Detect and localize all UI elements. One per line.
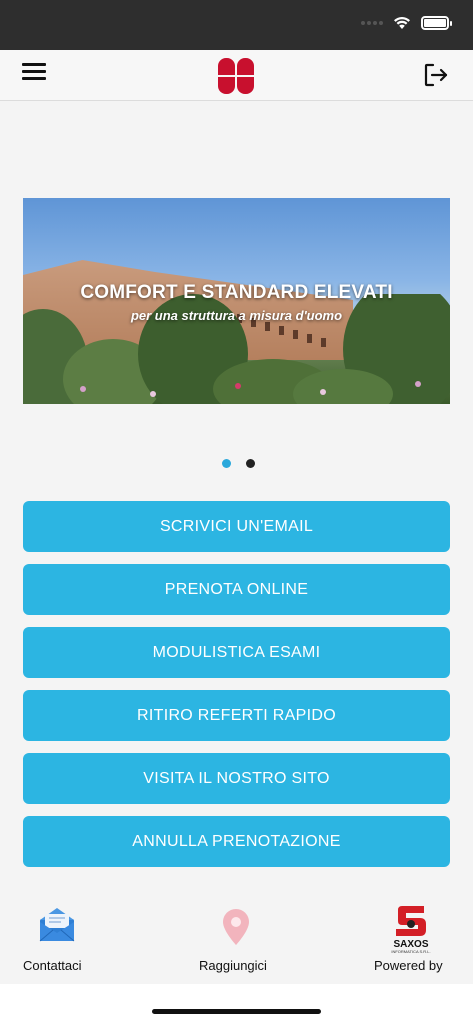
top-navigation-bar (0, 50, 473, 101)
signal-icon (361, 21, 383, 25)
carousel-dot-2[interactable] (246, 459, 255, 468)
status-icons (361, 16, 452, 30)
home-indicator (152, 1009, 321, 1014)
saxos-logo: SAXOS INFORMATICA S.R.L. (391, 906, 431, 954)
wifi-icon (394, 16, 410, 29)
tab-powered-by[interactable]: SAXOS INFORMATICA S.R.L. Powered by (372, 902, 452, 982)
envelope-icon (39, 908, 75, 942)
hamburger-menu-icon[interactable] (22, 63, 50, 85)
four-leaf-logo (218, 58, 254, 94)
book-online-button[interactable]: PRENOTA ONLINE (23, 564, 450, 615)
home-indicator-area (0, 984, 473, 1024)
visit-website-button[interactable]: VISITA IL NOSTRO SITO (23, 753, 450, 804)
tab-contact[interactable]: Contattaci (23, 902, 103, 982)
status-bar (0, 0, 473, 50)
banner-title: COMFORT E STANDARD ELEVATI (80, 282, 393, 303)
tab-powered-by-label: Powered by (374, 958, 443, 973)
quick-reports-button[interactable]: RITIRO REFERTI RAPIDO (23, 690, 450, 741)
banner-subtitle: per una struttura a misura d'uomo (130, 308, 343, 323)
tab-directions-label: Raggiungici (199, 958, 267, 973)
saxos-logo-tagline: INFORMATICA S.R.L. (391, 949, 430, 954)
banner-carousel[interactable]: COMFORT E STANDARD ELEVATI per una strut… (23, 198, 450, 404)
email-button[interactable]: SCRIVICI UN'EMAIL (23, 501, 450, 552)
battery-icon (421, 16, 452, 30)
carousel-dot-1[interactable] (222, 459, 231, 468)
map-pin-icon (223, 909, 249, 945)
carousel-pagination (222, 459, 255, 468)
tab-contact-label: Contattaci (23, 958, 82, 973)
exam-forms-button[interactable]: MODULISTICA ESAMI (23, 627, 450, 678)
tab-directions[interactable]: Raggiungici (196, 902, 278, 982)
cancel-booking-button[interactable]: ANNULLA PRENOTAZIONE (23, 816, 450, 867)
logout-icon[interactable] (423, 62, 449, 88)
